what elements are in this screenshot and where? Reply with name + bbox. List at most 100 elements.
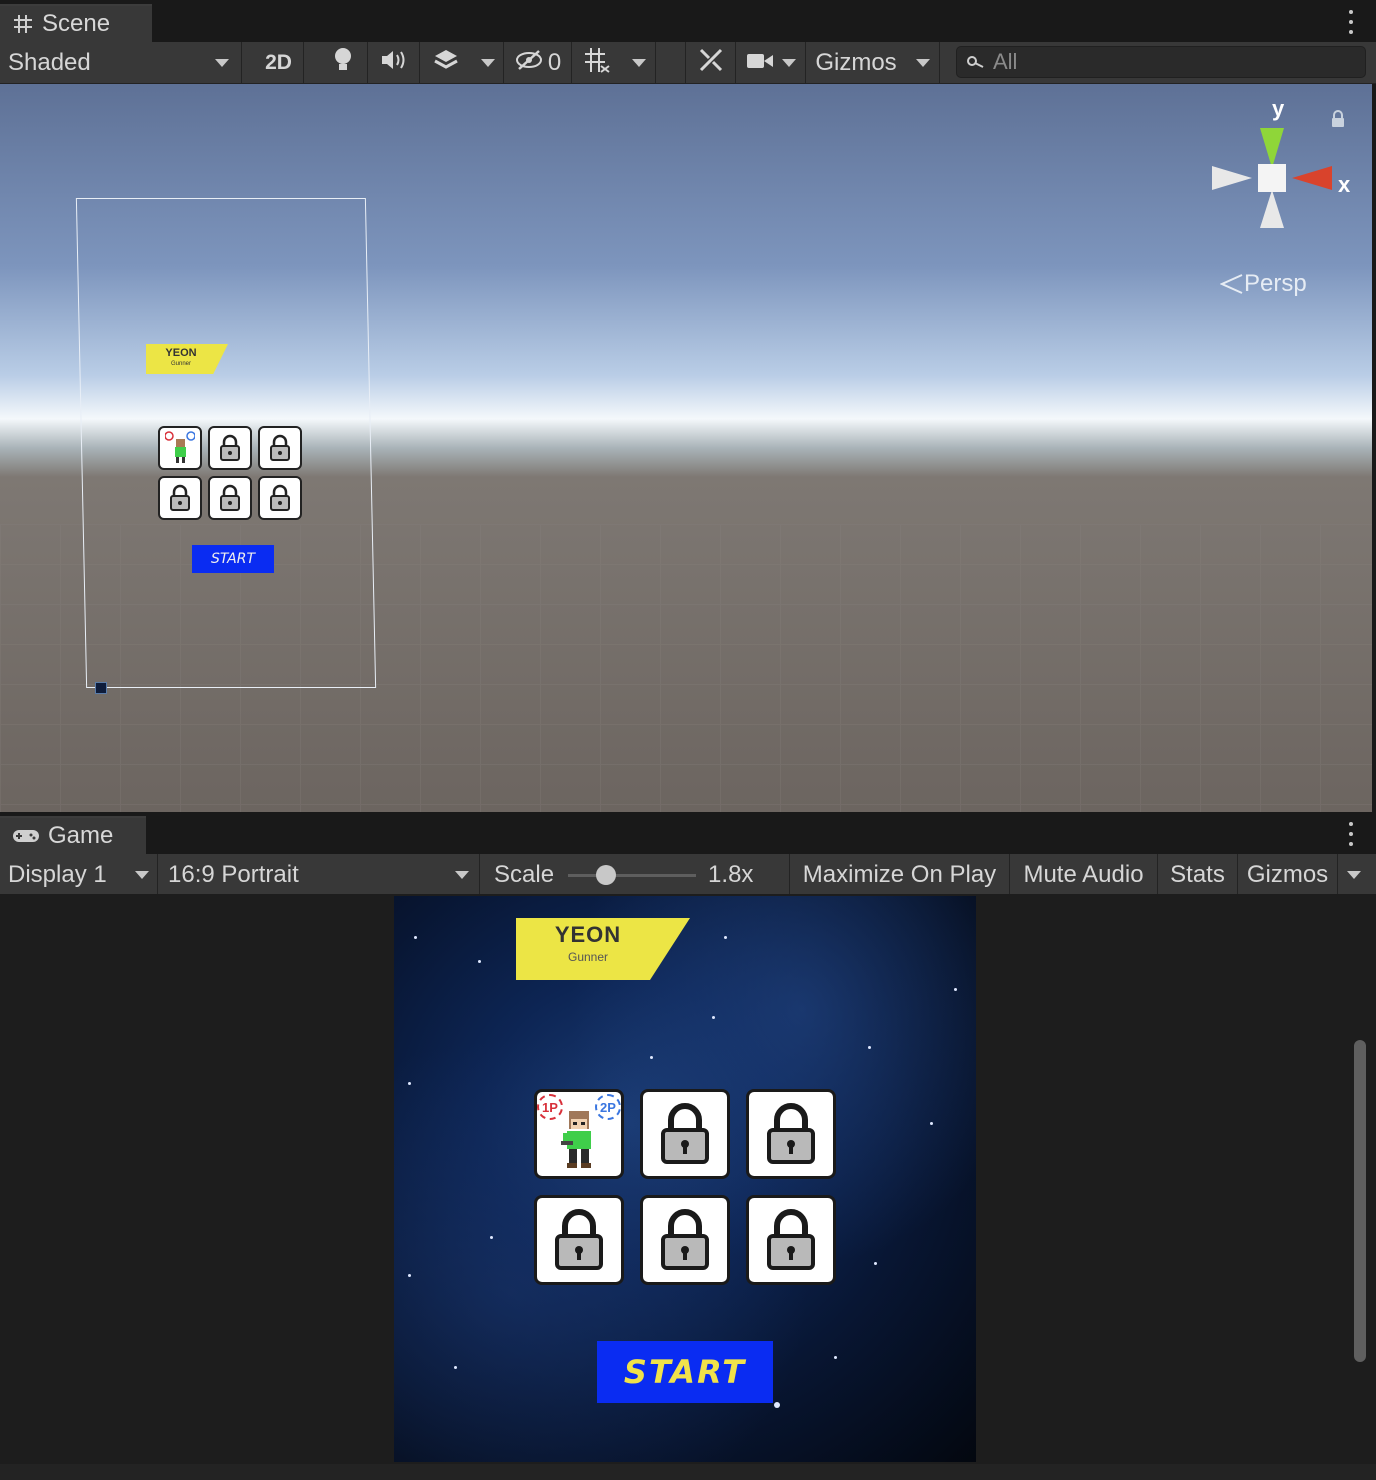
game-tab[interactable]: Game: [0, 816, 146, 854]
scene-toolbar: Shaded 2D 0 Gizmos All: [0, 42, 1376, 84]
perspective-icon: [1220, 274, 1243, 294]
scene-viewport[interactable]: YEON Gunner START y x Persp: [0, 84, 1372, 812]
padlock-icon: [767, 1103, 815, 1164]
lighting-toggle[interactable]: [318, 42, 368, 84]
svg-text:y: y: [1272, 98, 1285, 121]
star: [408, 1082, 411, 1085]
start-button[interactable]: START: [597, 1341, 773, 1403]
game-gizmos-toggle[interactable]: Gizmos: [1238, 854, 1338, 896]
stats-toggle[interactable]: Stats: [1158, 854, 1238, 896]
scale-slider[interactable]: [568, 864, 697, 885]
scene-tab-label: Scene: [42, 10, 111, 37]
star: [650, 1056, 653, 1059]
scene-search-input[interactable]: All: [956, 46, 1366, 78]
scene-tab[interactable]: Scene: [0, 4, 152, 42]
game-screen[interactable]: YEON Gunner 1P 2P START: [394, 896, 976, 1462]
star: [868, 1046, 871, 1049]
visibility-toggle[interactable]: 0: [504, 42, 572, 84]
game-more-icon[interactable]: [1348, 822, 1354, 846]
gizmo-x-axis-icon[interactable]: [1292, 166, 1332, 190]
mode-2d-button[interactable]: 2D: [254, 42, 304, 84]
draw-mode-dropdown[interactable]: Shaded: [0, 42, 242, 84]
padlock-icon: [170, 484, 190, 511]
player2-badge: 2P: [595, 1094, 621, 1120]
tools-icon: [698, 47, 724, 80]
padlock-icon: [661, 1209, 709, 1270]
locked-slot[interactable]: [746, 1195, 836, 1285]
star: [712, 1016, 715, 1019]
scene-more-icon[interactable]: [1348, 10, 1354, 34]
mute-audio-toggle[interactable]: Mute Audio: [1010, 854, 1158, 896]
star: [414, 936, 417, 939]
chevron-down-icon: [215, 59, 229, 67]
scene-gizmos-dropdown[interactable]: [906, 42, 940, 84]
grid-toggle[interactable]: [572, 42, 622, 84]
star: [724, 936, 727, 939]
camera-dropdown[interactable]: [736, 42, 806, 84]
chevron-down-icon: [455, 871, 469, 879]
scene-locked-slot[interactable]: [208, 476, 252, 520]
audio-toggle[interactable]: [368, 42, 420, 84]
grid-dropdown[interactable]: [622, 42, 656, 84]
locked-slot[interactable]: [640, 1089, 730, 1179]
padlock-icon: [767, 1209, 815, 1270]
scene-locked-slot[interactable]: [208, 426, 252, 470]
locked-slot[interactable]: [640, 1195, 730, 1285]
projection-toggle[interactable]: Persp: [1220, 270, 1307, 298]
display-dropdown[interactable]: Display 1: [0, 854, 158, 896]
orientation-gizmo[interactable]: y x: [1200, 96, 1360, 298]
padlock-icon: [270, 484, 290, 511]
hidden-eye-icon: [514, 49, 544, 78]
chevron-down-icon: [135, 871, 149, 879]
chevron-down-icon: [915, 59, 930, 67]
character-sprite-icon: [561, 1111, 591, 1168]
chevron-down-icon: [480, 59, 495, 67]
grid-snap-icon: [583, 46, 611, 81]
character-slot-yeon[interactable]: 1P 2P: [534, 1089, 624, 1179]
scene-locked-slot[interactable]: [258, 426, 302, 470]
tools-toggle[interactable]: [686, 42, 736, 84]
search-icon: [967, 49, 985, 75]
canvas-pivot-handle[interactable]: [95, 682, 107, 694]
gizmo-center-cube-icon[interactable]: [1258, 164, 1286, 192]
scene-character-grid: [158, 426, 304, 520]
game-viewport[interactable]: YEON Gunner 1P 2P START: [0, 894, 1376, 1464]
locked-slot[interactable]: [746, 1089, 836, 1179]
star: [774, 1402, 780, 1408]
game-toolbar: Display 1 16:9 Portrait Scale 1.8x Maxim…: [0, 854, 1376, 896]
scene-hash-icon: [12, 13, 34, 35]
star: [930, 1122, 933, 1125]
scene-gizmos-button[interactable]: Gizmos: [806, 42, 906, 84]
scale-slider-thumb[interactable]: [596, 864, 617, 885]
game-tab-bar: Game: [0, 812, 1376, 854]
scene-locked-slot[interactable]: [258, 476, 302, 520]
chevron-down-icon: [781, 59, 796, 67]
star: [834, 1356, 837, 1359]
layers-icon: [433, 48, 459, 79]
gizmo-neg-y-axis-icon[interactable]: [1260, 190, 1284, 228]
locked-slot[interactable]: [534, 1195, 624, 1285]
scene-locked-slot[interactable]: [158, 476, 202, 520]
effects-dropdown[interactable]: [472, 42, 504, 84]
scene-character-slot[interactable]: [158, 426, 202, 470]
lightbulb-icon: [333, 47, 353, 80]
aspect-dropdown[interactable]: 16:9 Portrait: [158, 854, 480, 896]
star: [478, 960, 481, 963]
gizmo-neg-x-axis-icon[interactable]: [1212, 166, 1252, 190]
character-select-grid: 1P 2P: [534, 1089, 836, 1285]
game-gizmos-dropdown[interactable]: [1338, 854, 1370, 896]
gamepad-icon: [12, 827, 40, 845]
vertical-scrollbar[interactable]: [1354, 1040, 1366, 1362]
scene-tab-bar: Scene: [0, 0, 1376, 42]
player1-badge: 1P: [537, 1094, 563, 1120]
draw-mode-label: Shaded: [8, 49, 91, 76]
scene-start-button[interactable]: START: [192, 545, 274, 573]
chevron-down-icon: [631, 59, 646, 67]
gizmo-y-axis-icon[interactable]: [1260, 128, 1284, 168]
search-placeholder: All: [993, 49, 1018, 74]
effects-toggle[interactable]: [420, 42, 472, 84]
character-sprite-icon: [165, 431, 195, 463]
speaker-icon: [380, 49, 408, 78]
star: [954, 988, 957, 991]
maximize-on-play-toggle[interactable]: Maximize On Play: [790, 854, 1010, 896]
